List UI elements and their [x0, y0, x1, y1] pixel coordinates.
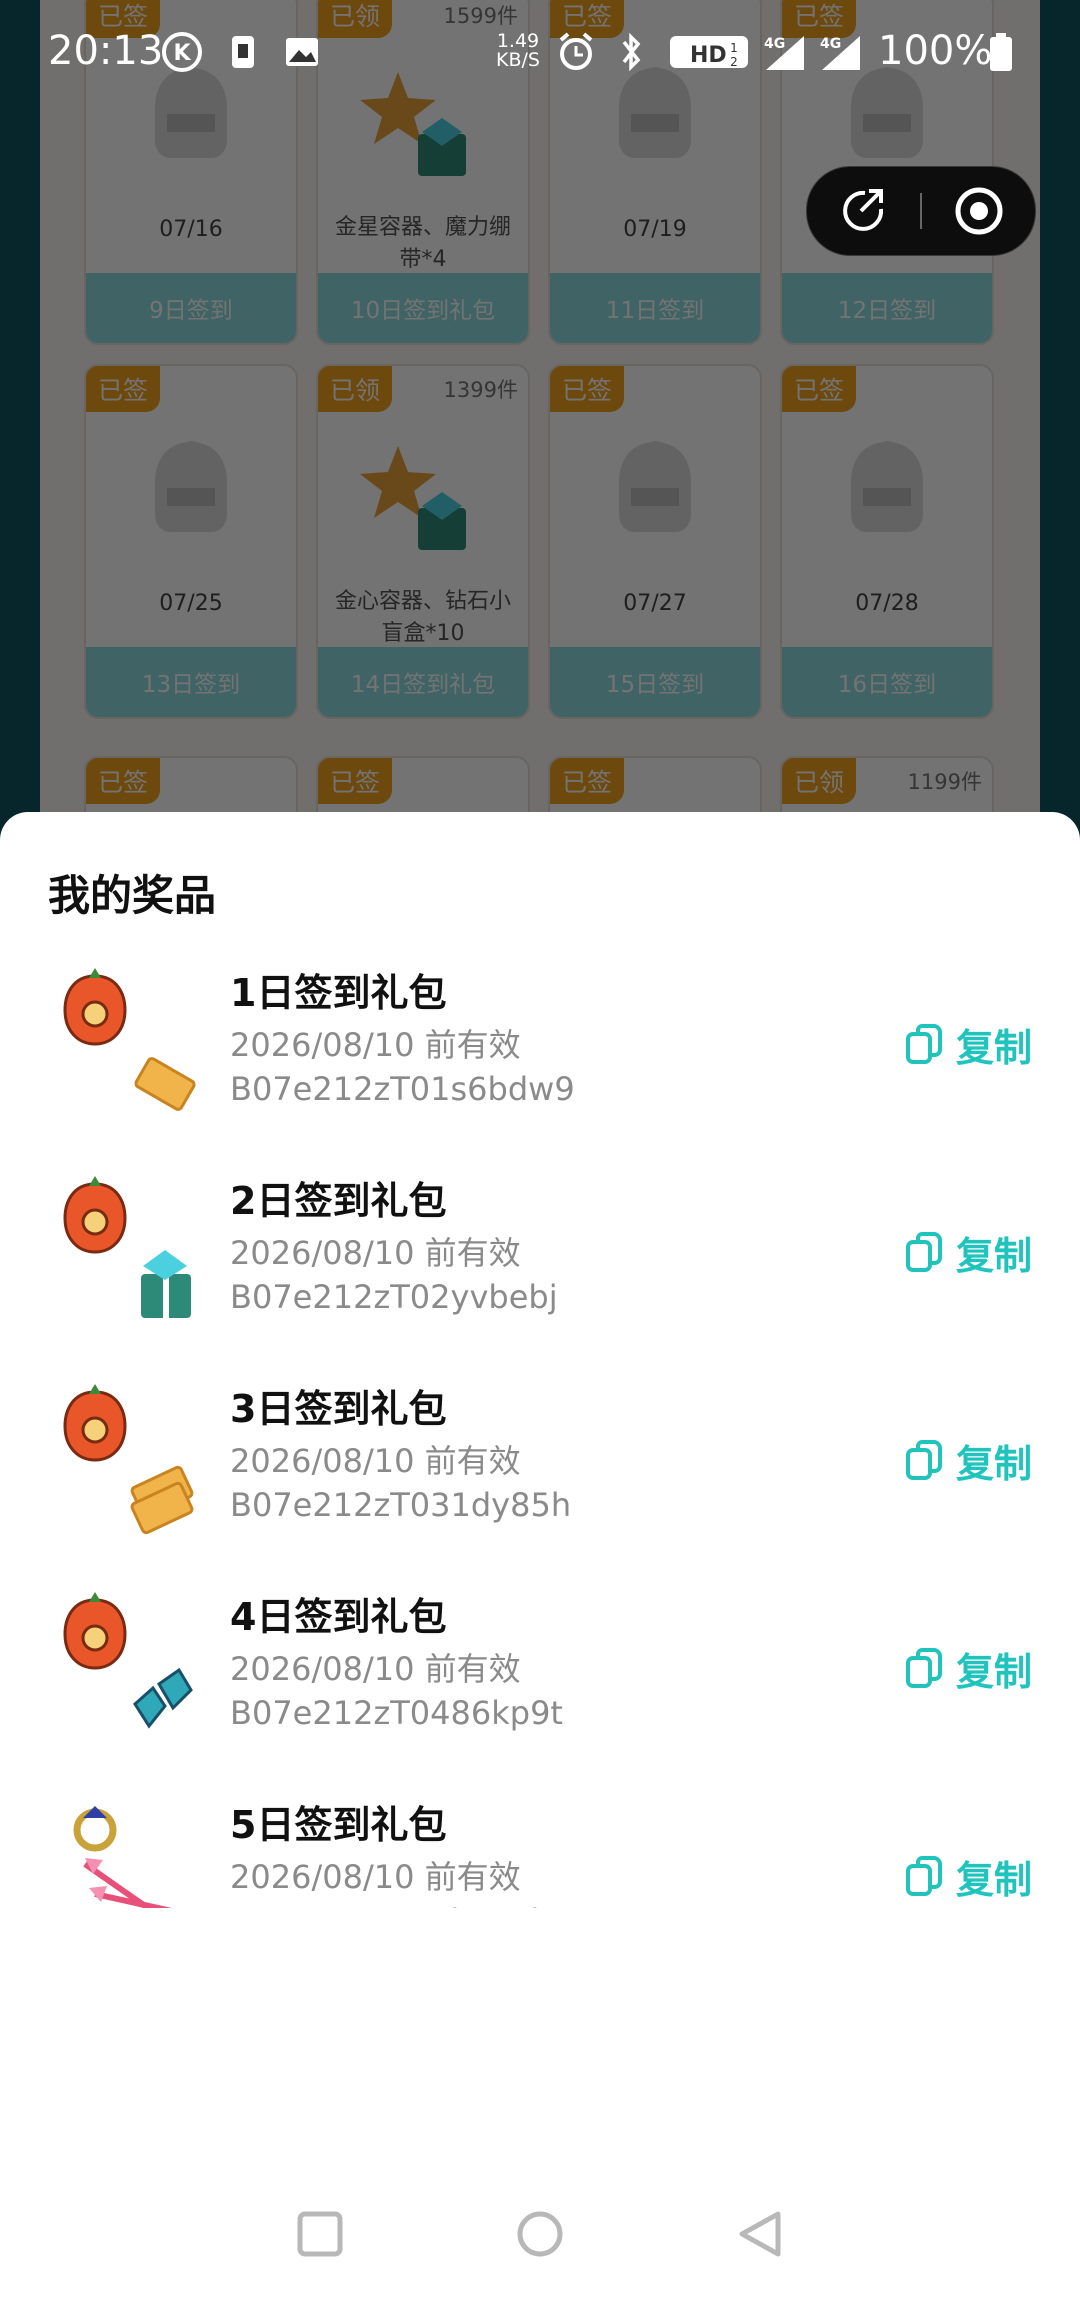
system-nav-bar — [0, 2170, 1080, 2297]
status-bar: 20:13 K 1.49 KB/S HD 1 2 4G 4G 100% — [0, 0, 1080, 104]
prize-thumbnail-gift-box-icon — [63, 1176, 191, 1318]
prize-name: 4日签到礼包 — [230, 1595, 447, 1639]
prize-expiry: 2026/08/10 前有效 — [230, 1442, 521, 1480]
copy-button[interactable]: 复制 — [904, 1222, 1032, 1282]
copy-label: 复制 — [955, 1857, 1032, 1902]
prize-item: 1日签到礼包 2026/08/10 前有效 B07e212zT01s6bdw9 复制 — [0, 942, 1080, 1150]
prize-code: B07e212zT031dy85h — [230, 1486, 572, 1524]
network-label-2: 4G — [820, 36, 841, 52]
recents-button[interactable] — [292, 2206, 348, 2262]
share-icon[interactable] — [837, 187, 889, 235]
copy-button[interactable]: 复制 — [904, 1014, 1032, 1074]
prize-item: 3日签到礼包 2026/08/10 前有效 B07e212zT031dy85h 复制 — [0, 1358, 1080, 1566]
prize-expiry: 2026/08/10 前有效 — [230, 1858, 521, 1896]
signal-4g-icon-2: 4G — [820, 36, 860, 70]
prize-item: 2日签到礼包 2026/08/10 前有效 B07e212zT02yvbebj 复制 — [0, 1150, 1080, 1358]
gallery-icon — [286, 38, 318, 66]
prize-code: B07e212zT01s6bdw9 — [230, 1070, 575, 1108]
copy-button[interactable]: 复制 — [904, 1846, 1032, 1906]
svg-text:K: K — [173, 41, 191, 66]
battery-icon — [990, 33, 1012, 71]
prize-item: 5日签到礼包 2026/08/10 前有效 B07e212zT05h1aeb8 复制 — [0, 1774, 1080, 1908]
prize-expiry: 2026/08/10 前有效 — [230, 1026, 521, 1064]
prize-thumbnail-ticket-icon — [63, 968, 196, 1111]
prize-expiry: 2026/08/10 前有效 — [230, 1650, 521, 1688]
prize-name: 1日签到礼包 — [230, 971, 447, 1015]
hd-volte-icon: HD 1 2 — [670, 36, 748, 69]
prize-thumbnail-tickets-icon — [63, 1384, 194, 1535]
prize-code: B07e212zT02yvbebj — [230, 1278, 558, 1316]
copy-icon — [905, 1648, 942, 1688]
prize-name: 5日签到礼包 — [230, 1803, 447, 1847]
speed-unit: KB/S — [496, 49, 540, 71]
copy-icon — [905, 1856, 942, 1896]
mini-program-capsule — [806, 166, 1036, 256]
prize-item: 4日签到礼包 2026/08/10 前有效 B07e212zT0486kp9t 复制 — [0, 1566, 1080, 1774]
prize-name: 3日签到礼包 — [230, 1387, 447, 1431]
prize-list: 1日签到礼包 2026/08/10 前有效 B07e212zT01s6bdw9 复制 2… — [0, 942, 1080, 1908]
home-button[interactable] — [512, 2206, 568, 2262]
close-record-icon[interactable] — [953, 185, 1005, 237]
copy-label: 复制 — [955, 1233, 1032, 1278]
prize-name: 2日签到礼包 — [230, 1179, 447, 1223]
k-app-icon: K — [162, 32, 202, 72]
capsule-divider — [920, 193, 922, 229]
copy-label: 复制 — [955, 1025, 1032, 1070]
bluetooth-icon — [622, 32, 641, 72]
copy-label: 复制 — [955, 1649, 1032, 1694]
sheet-title: 我的奖品 — [48, 871, 217, 920]
prize-expiry: 2026/08/10 前有效 — [230, 1234, 521, 1272]
network-label-1: 4G — [764, 36, 785, 52]
svg-text:1: 1 — [730, 41, 738, 55]
copy-button[interactable]: 复制 — [904, 1430, 1032, 1490]
prize-code: B07e212zT05h1aeb8 — [230, 1902, 571, 1908]
sim-card-icon — [232, 36, 254, 68]
prize-thumbnail-arrows-icon — [73, 1806, 172, 1908]
network-speed: 1.49 KB/S — [496, 32, 540, 70]
copy-icon — [905, 1232, 942, 1272]
prize-thumbnail-gems-icon — [63, 1592, 193, 1729]
my-prizes-sheet: 我的奖品 1日签到礼包 2026/08/10 前有效 B07e212zT01s6bd… — [0, 812, 1080, 2297]
prize-code: B07e212zT0486kp9t — [230, 1694, 563, 1732]
back-button[interactable] — [732, 2206, 788, 2262]
copy-button[interactable]: 复制 — [904, 1638, 1032, 1698]
status-time: 20:13 — [48, 28, 164, 74]
copy-icon — [905, 1024, 942, 1064]
svg-text:2: 2 — [730, 55, 738, 69]
signal-4g-icon-1: 4G — [764, 36, 804, 70]
battery-level: 100% — [878, 28, 993, 74]
copy-label: 复制 — [955, 1441, 1032, 1486]
copy-icon — [905, 1440, 942, 1480]
hd-label: HD — [690, 43, 727, 68]
alarm-icon — [559, 32, 593, 70]
